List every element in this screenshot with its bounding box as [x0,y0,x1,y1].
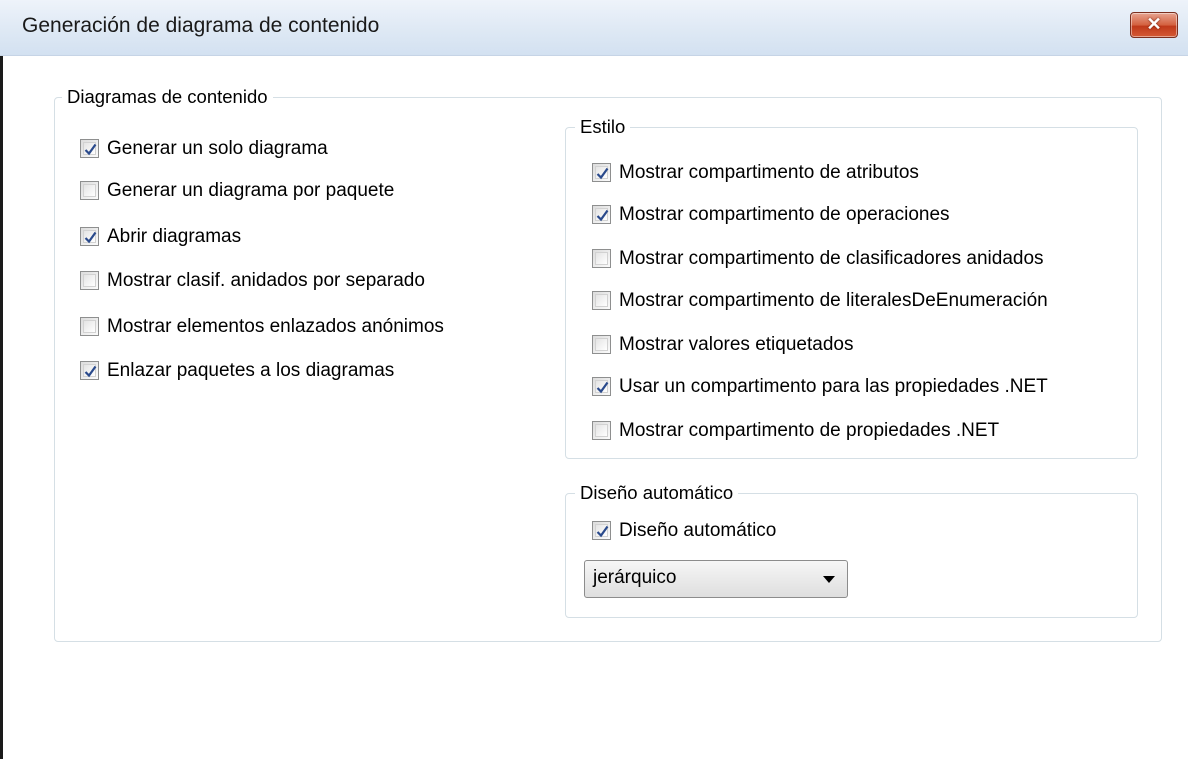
content-diagrams-legend: Diagramas de contenido [62,86,273,108]
check-icon [84,365,97,378]
option-label: Mostrar compartimento de propiedades .NE… [619,420,1000,441]
check-icon [596,167,609,180]
checkbox[interactable] [592,163,611,182]
checkbox[interactable] [80,271,99,290]
check-icon [84,143,97,156]
check-icon [596,381,609,394]
layout-type-select[interactable]: jerárquico [584,560,848,598]
checkbox[interactable] [592,335,611,354]
option-label: Mostrar valores etiquetados [619,334,854,355]
checkbox[interactable] [592,521,611,540]
option-label: Usar un compartimento para las propiedad… [619,376,1048,397]
dropdown-arrow-icon [823,576,835,583]
check-icon [596,525,609,538]
check-icon [84,231,97,244]
checkbox[interactable] [592,291,611,310]
option-label: Generar un solo diagrama [107,138,328,159]
checkbox[interactable] [80,317,99,336]
option-label: Mostrar compartimento de clasificadores … [619,248,1044,269]
option-label: Generar un diagrama por paquete [107,180,395,201]
option-label: Mostrar compartimento de literalesDeEnum… [619,290,1048,311]
checkbox[interactable] [80,361,99,380]
window-title: Generación de diagrama de contenido [22,14,380,37]
checkbox[interactable] [80,139,99,158]
option-label: Abrir diagramas [107,226,242,247]
option-label: Mostrar compartimento de atributos [619,162,919,183]
option-label: Mostrar clasif. anidados por separado [107,270,425,291]
checkbox[interactable] [592,205,611,224]
checkbox[interactable] [80,181,99,200]
title-bar[interactable]: Generación de diagrama de contenido ✕ [0,0,1188,56]
style-legend: Estilo [575,116,631,138]
checkbox[interactable] [592,249,611,268]
close-button[interactable]: ✕ [1130,12,1178,38]
auto-layout-group [565,493,1138,618]
option-label: Diseño automático [619,520,777,541]
check-icon [596,209,609,222]
close-icon: ✕ [1146,14,1162,34]
checkbox[interactable] [592,377,611,396]
checkbox[interactable] [80,227,99,246]
option-label: Mostrar elementos enlazados anónimos [107,316,444,337]
layout-type-value: jerárquico [593,567,677,588]
option-label: Enlazar paquetes a los diagramas [107,360,395,381]
checkbox[interactable] [592,421,611,440]
option-label: Mostrar compartimento de operaciones [619,204,950,225]
dialog-window: Generación de diagrama de contenido ✕ Di… [0,0,1188,759]
auto-layout-legend: Diseño automático [575,482,739,504]
